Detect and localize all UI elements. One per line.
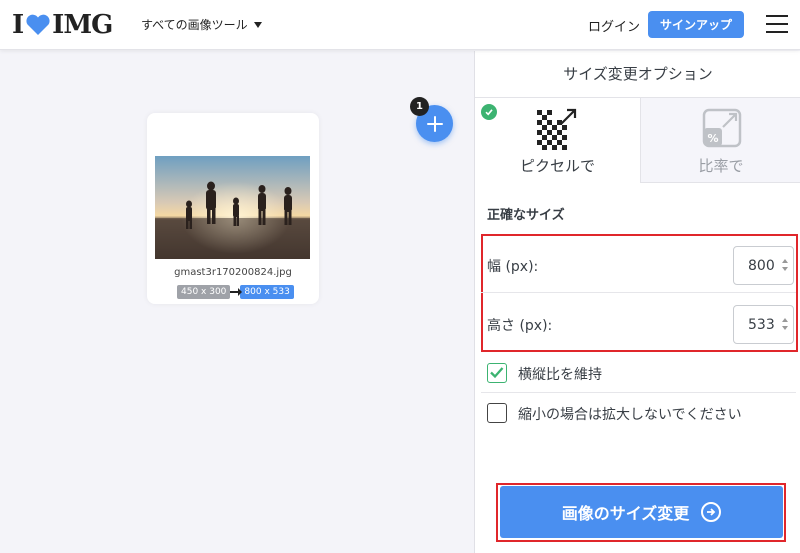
pixel-resize-icon xyxy=(535,106,579,150)
svg-text:%: % xyxy=(707,132,718,145)
height-label: 高さ (px): xyxy=(487,318,553,334)
height-value: 533 xyxy=(748,316,775,333)
width-input[interactable]: 800 xyxy=(733,246,794,285)
resize-options-panel: サイズ変更オプション ピクセルで % 比率で 正確なサイズ 幅 (px): 80… xyxy=(474,51,800,553)
tab-by-pixels-label: ピクセルで xyxy=(519,157,595,175)
all-tools-menu[interactable]: すべての画像ツール xyxy=(141,16,262,33)
keep-ratio-row: 横縦比を維持 xyxy=(475,354,800,394)
login-link[interactable]: ログイン xyxy=(588,16,640,35)
check-circle-icon xyxy=(481,104,497,120)
width-value: 800 xyxy=(748,257,775,274)
file-count-badge: 1 xyxy=(410,97,429,116)
file-card[interactable]: gmast3r170200824.jpg 450 x 300 800 x 533 xyxy=(147,113,319,304)
signup-button[interactable]: サインアップ xyxy=(648,11,744,38)
plus-icon xyxy=(426,115,443,132)
caret-down-icon xyxy=(253,21,262,28)
height-input[interactable]: 533 xyxy=(733,305,794,344)
field-divider xyxy=(481,292,796,293)
size-change-info: 450 x 300 800 x 533 xyxy=(177,285,294,299)
image-thumbnail xyxy=(155,156,310,259)
width-spinner[interactable] xyxy=(782,257,789,275)
no-enlarge-checkbox[interactable] xyxy=(487,403,507,423)
resize-button-label: 画像のサイズ変更 xyxy=(561,504,690,523)
logo-text-img: IMG xyxy=(52,10,113,40)
width-label: 幅 (px): xyxy=(487,259,539,275)
no-enlarge-label: 縮小の場合は拡大しないでください xyxy=(518,407,742,423)
iloveimg-logo[interactable]: I IMG xyxy=(12,10,113,40)
hamburger-menu-icon[interactable] xyxy=(766,15,788,33)
tab-by-percentage-label: 比率で xyxy=(698,157,744,175)
exact-size-heading: 正確なサイズ xyxy=(487,208,565,223)
keep-ratio-label: 横縦比を維持 xyxy=(518,367,602,383)
file-name: gmast3r170200824.jpg xyxy=(174,267,292,278)
panel-title: サイズ変更オプション xyxy=(563,65,713,83)
arrow-circle-right-icon xyxy=(701,502,722,522)
workspace-area: gmast3r170200824.jpg 450 x 300 800 x 533… xyxy=(0,51,474,553)
arrow-right-icon xyxy=(230,288,243,296)
tab-by-percentage[interactable]: % 比率で xyxy=(640,98,800,183)
all-tools-label: すべての画像ツール xyxy=(141,18,248,32)
tab-by-pixels[interactable]: ピクセルで xyxy=(475,98,640,183)
heart-icon xyxy=(25,13,51,37)
logo-letter-i: I xyxy=(12,10,24,40)
original-size-badge: 450 x 300 xyxy=(177,285,231,299)
resize-mode-tabs: ピクセルで % 比率で xyxy=(475,97,800,183)
top-header: I IMG すべての画像ツール ログイン サインアップ xyxy=(0,0,800,50)
checkmark-icon xyxy=(490,367,504,379)
resize-images-button[interactable]: 画像のサイズ変更 xyxy=(500,486,783,538)
height-spinner[interactable] xyxy=(782,316,789,334)
percent-resize-icon: % xyxy=(701,106,745,150)
no-enlarge-row: 縮小の場合は拡大しないでください xyxy=(475,394,800,434)
new-size-badge: 800 x 533 xyxy=(240,285,294,299)
keep-ratio-checkbox[interactable] xyxy=(487,363,507,383)
option-divider xyxy=(481,392,796,393)
